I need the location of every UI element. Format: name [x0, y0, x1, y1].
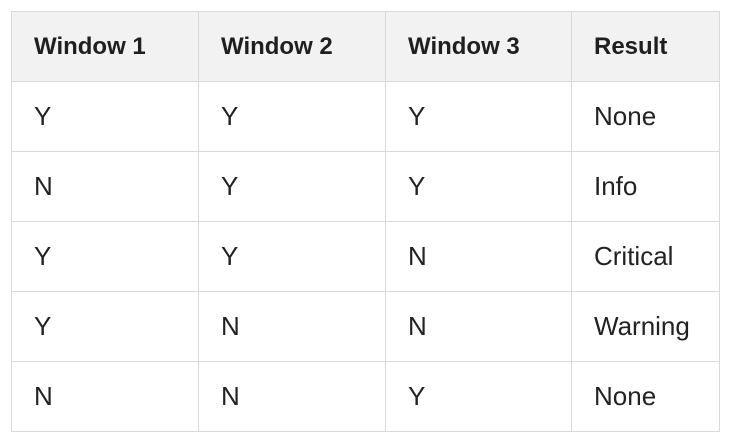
cell-window-3: Y — [385, 151, 572, 222]
cell-window-3: N — [385, 221, 572, 292]
cell-window-1: N — [11, 151, 199, 222]
results-table-container: Window 1 Window 2 Window 3 Result Y Y Y … — [11, 11, 720, 432]
table-row: Y N N Warning — [11, 291, 720, 362]
cell-window-2: N — [198, 361, 386, 432]
cell-window-2: Y — [198, 151, 386, 222]
table-row: N N Y None — [11, 361, 720, 432]
table-body: Y Y Y None N Y Y Info Y Y N Critical Y N… — [11, 81, 720, 432]
cell-window-2: N — [198, 291, 386, 362]
cell-window-1: Y — [11, 221, 199, 292]
cell-window-3: N — [385, 291, 572, 362]
header-row: Window 1 Window 2 Window 3 Result — [11, 11, 720, 82]
table-row: Y Y N Critical — [11, 221, 720, 292]
cell-result: Critical — [571, 221, 720, 292]
cell-window-1: Y — [11, 81, 199, 152]
cell-window-1: Y — [11, 291, 199, 362]
table-row: N Y Y Info — [11, 151, 720, 222]
cell-result: None — [571, 361, 720, 432]
column-header-result: Result — [571, 11, 720, 82]
cell-window-3: Y — [385, 81, 572, 152]
cell-result: None — [571, 81, 720, 152]
column-header-window-1: Window 1 — [11, 11, 199, 82]
column-header-window-2: Window 2 — [198, 11, 386, 82]
cell-window-2: Y — [198, 81, 386, 152]
table-header: Window 1 Window 2 Window 3 Result — [11, 11, 720, 82]
cell-window-1: N — [11, 361, 199, 432]
cell-window-3: Y — [385, 361, 572, 432]
cell-result: Info — [571, 151, 720, 222]
column-header-window-3: Window 3 — [385, 11, 572, 82]
results-table: Window 1 Window 2 Window 3 Result Y Y Y … — [11, 11, 720, 432]
cell-window-2: Y — [198, 221, 386, 292]
table-row: Y Y Y None — [11, 81, 720, 152]
cell-result: Warning — [571, 291, 720, 362]
